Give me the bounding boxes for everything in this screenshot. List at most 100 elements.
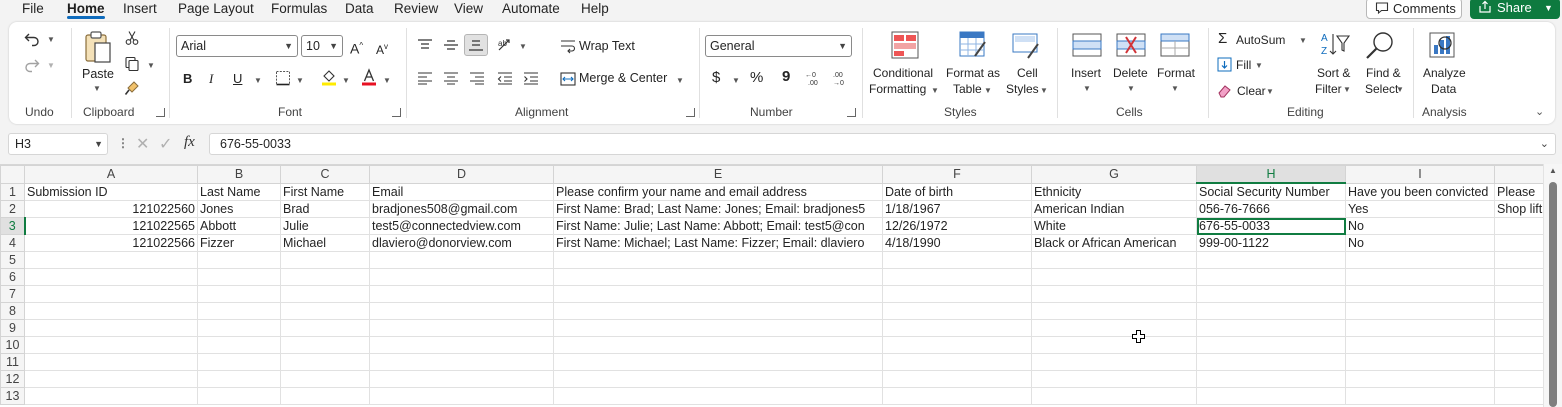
autosum-dropdown-icon[interactable]: ▼ [1299,36,1307,45]
cell[interactable] [882,336,1032,354]
paste-icon[interactable] [83,30,113,66]
cell-styles-label-2[interactable]: Styles [1006,82,1039,97]
wrap-text-icon[interactable] [560,38,576,54]
undo-icon[interactable] [23,30,41,48]
cell[interactable] [553,353,883,371]
cell[interactable] [369,268,554,286]
autosum-button[interactable]: AutoSum [1236,33,1285,48]
cancel-entry-icon[interactable]: ✕ [136,134,149,154]
find-select-icon[interactable] [1365,30,1397,62]
orientation-icon[interactable]: ab [497,37,515,53]
cell[interactable] [197,319,281,337]
cell[interactable] [280,268,370,286]
fill-button[interactable]: Fill [1236,58,1251,73]
redo-icon[interactable] [23,56,41,74]
cell[interactable] [1031,370,1197,388]
cell[interactable] [553,319,883,337]
copy-icon[interactable] [124,56,140,72]
underline-button[interactable]: U [233,71,242,86]
tab-view[interactable]: View [454,0,483,20]
comments-button[interactable]: Comments [1366,0,1462,19]
ribbon-collapse-icon[interactable]: ⌄ [1535,105,1544,118]
column-header[interactable]: E [553,165,883,184]
cell-styles-dropdown-icon[interactable]: ▼ [1040,86,1048,95]
cell[interactable]: Yes [1345,200,1495,218]
cell[interactable] [197,302,281,320]
increase-indent-icon[interactable] [523,71,539,85]
cell[interactable]: No [1345,234,1495,252]
bold-button[interactable]: B [183,71,192,86]
cell[interactable] [1196,336,1346,354]
cell[interactable]: Julie [280,217,370,235]
cell[interactable] [369,302,554,320]
italic-button[interactable]: I [209,71,213,86]
cell[interactable] [1196,285,1346,303]
redo-dropdown-icon[interactable]: ▼ [47,61,55,70]
cell[interactable] [280,251,370,269]
tab-insert[interactable]: Insert [123,0,157,20]
merge-center-dropdown-icon[interactable]: ▼ [676,76,684,85]
copy-dropdown-icon[interactable]: ▼ [147,61,155,70]
cell[interactable] [1196,387,1346,405]
cell[interactable] [280,353,370,371]
row-header[interactable]: 6 [0,268,25,286]
cell[interactable] [553,251,883,269]
cell[interactable] [1345,285,1495,303]
font-name-combobox[interactable]: Arial ▼ [176,35,298,57]
clear-button[interactable]: Clear [1237,84,1266,99]
tab-formulas[interactable]: Formulas [271,0,327,20]
cell[interactable]: 1/18/1967 [882,200,1032,218]
cell[interactable]: Last Name [197,182,281,201]
find-select-label-2[interactable]: Select [1365,82,1398,97]
insert-dropdown-icon[interactable]: ▼ [1083,84,1091,93]
cell-styles-icon[interactable] [1011,30,1041,60]
cell[interactable]: Email [369,182,554,201]
active-cell[interactable]: 676-55-0033 [1196,217,1346,235]
column-header[interactable]: D [369,165,554,184]
cell[interactable]: Have you been convicted [1345,182,1495,201]
currency-button[interactable]: $ [712,70,720,85]
cell[interactable]: Fizzer [197,234,281,252]
row-header[interactable]: 3 [0,217,26,235]
cell[interactable] [1031,285,1197,303]
cell[interactable] [369,319,554,337]
wrap-text-button[interactable]: Wrap Text [579,39,635,54]
cell[interactable] [553,302,883,320]
font-color-dropdown-icon[interactable]: ▼ [383,76,391,85]
scrollbar-thumb[interactable] [1549,182,1557,407]
cell[interactable] [24,285,198,303]
cell[interactable] [24,251,198,269]
conditional-formatting-icon[interactable] [890,30,920,60]
analyze-data-icon[interactable] [1427,30,1459,62]
format-as-table-label-2[interactable]: Table [953,82,982,97]
cell[interactable] [1031,336,1197,354]
cell[interactable]: Please confirm your name and email addre… [553,182,883,201]
cell[interactable] [280,285,370,303]
cell[interactable] [197,336,281,354]
conditional-formatting-dropdown-icon[interactable]: ▼ [931,86,939,95]
cell[interactable] [1345,302,1495,320]
share-button[interactable]: Share ▼ [1470,0,1560,19]
cell[interactable] [280,336,370,354]
cell[interactable] [882,387,1032,405]
increase-decimal-icon[interactable]: ←0.00 [805,69,823,87]
conditional-formatting-label-1[interactable]: Conditional [873,66,933,81]
sort-filter-label-1[interactable]: Sort & [1317,66,1350,81]
cell[interactable]: bradjones508@gmail.com [369,200,554,218]
orientation-dropdown-icon[interactable]: ▼ [519,42,527,51]
align-right-icon[interactable] [469,71,485,85]
cell[interactable]: Black or African American [1031,234,1197,252]
format-dropdown-icon[interactable]: ▼ [1171,84,1179,93]
scroll-up-icon[interactable]: ▲ [1549,166,1557,175]
insert-cells-icon[interactable] [1071,32,1103,58]
row-header[interactable]: 4 [0,234,25,252]
cell[interactable] [280,319,370,337]
cell[interactable] [1345,336,1495,354]
cell[interactable] [1345,370,1495,388]
cell[interactable]: 999-00-1122 [1196,234,1346,252]
cell[interactable] [1196,251,1346,269]
cell[interactable] [280,387,370,405]
cell[interactable] [280,370,370,388]
delete-dropdown-icon[interactable]: ▼ [1127,84,1135,93]
cell[interactable] [882,251,1032,269]
